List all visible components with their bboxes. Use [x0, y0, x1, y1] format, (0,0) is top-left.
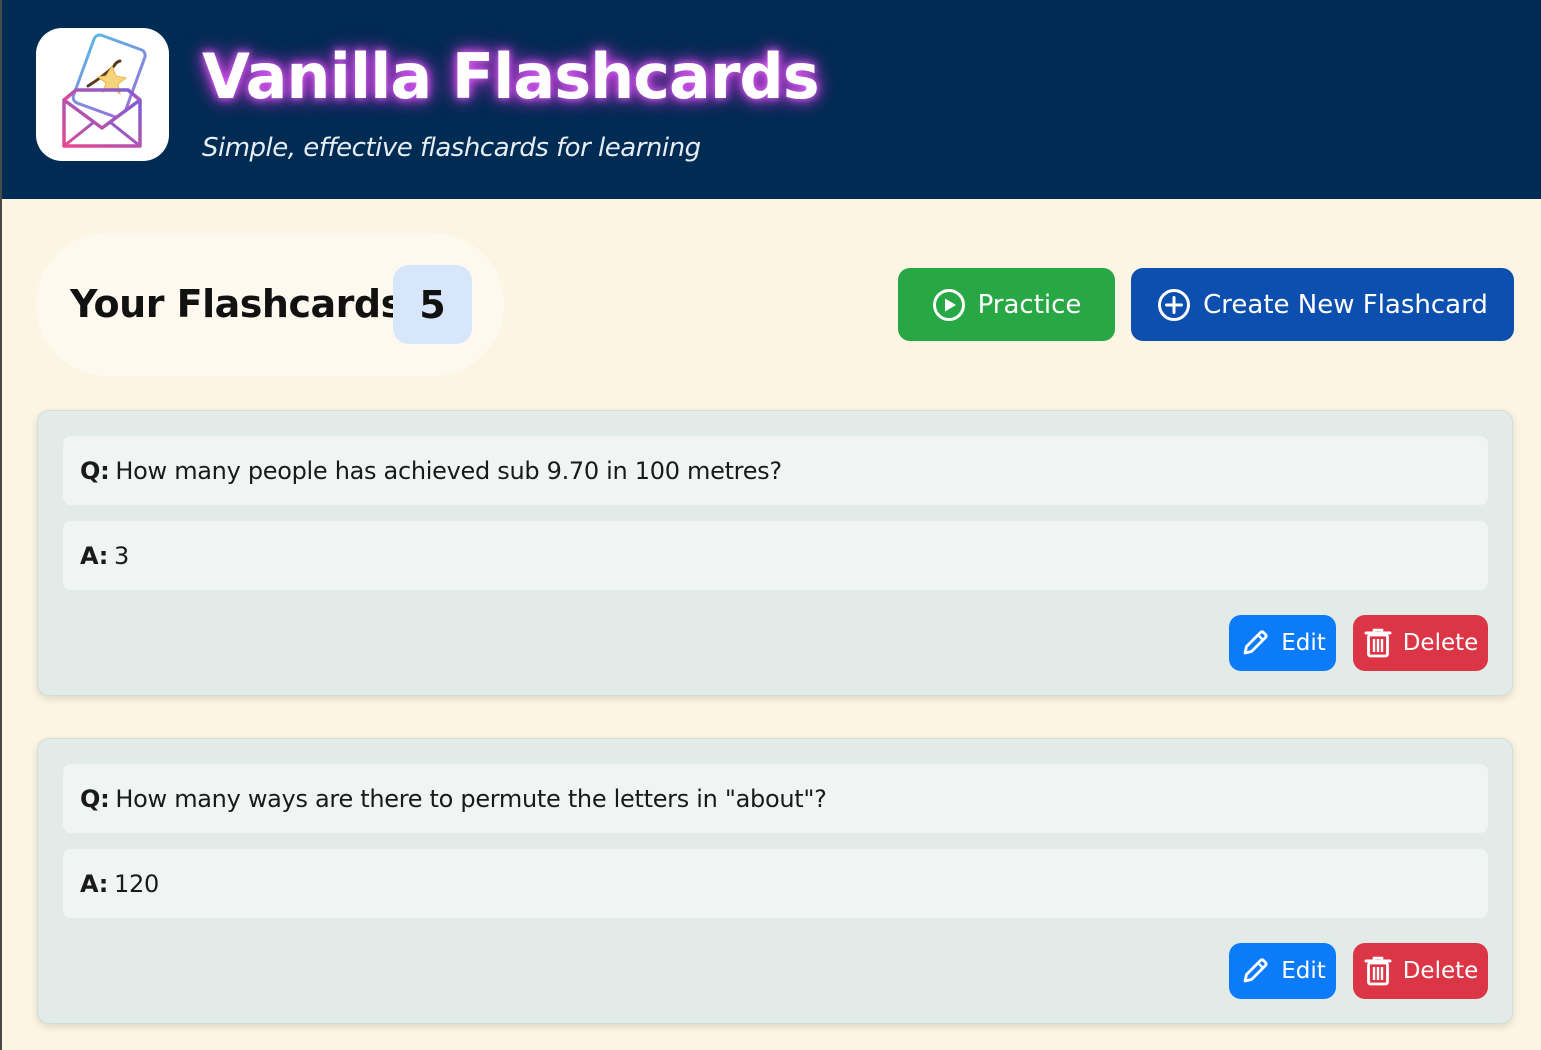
delete-button-label: Delete [1402, 630, 1479, 656]
question-prefix: Q: [80, 456, 110, 485]
question-text: How many ways are there to permute the l… [115, 784, 827, 813]
flashcard-count-label: Your Flashcards: [70, 282, 418, 326]
trash-icon [1364, 956, 1392, 986]
create-flashcard-button-label: Create New Flashcard [1203, 289, 1488, 320]
flashcard-envelope-vanilla-icon [62, 33, 147, 148]
answer-prefix: A: [80, 541, 109, 570]
edit-button[interactable]: Edit [1229, 615, 1336, 671]
flashcard-item: Q: How many people has achieved sub 9.70… [37, 410, 1513, 696]
answer-text: 120 [114, 869, 159, 898]
app-page: Vanilla Flashcards Simple, effective fla… [0, 0, 1541, 1050]
play-circle-icon [932, 288, 965, 321]
edit-button[interactable]: Edit [1229, 943, 1336, 999]
question-prefix: Q: [80, 784, 110, 813]
flashcard-answer: A: 120 [63, 849, 1488, 918]
delete-button[interactable]: Delete [1353, 943, 1488, 999]
delete-button[interactable]: Delete [1353, 615, 1488, 671]
edit-button-label: Edit [1281, 958, 1326, 984]
app-subtitle: Simple, effective flashcards for learnin… [202, 133, 701, 163]
trash-icon [1364, 628, 1392, 658]
app-logo [36, 28, 169, 161]
app-title: Vanilla Flashcards [202, 40, 820, 113]
pencil-icon [1243, 630, 1268, 655]
edit-button-label: Edit [1281, 630, 1326, 656]
flashcard-question: Q: How many ways are there to permute th… [63, 764, 1488, 833]
delete-button-label: Delete [1402, 958, 1479, 984]
flashcard-item: Q: How many ways are there to permute th… [37, 738, 1513, 1024]
answer-text: 3 [114, 541, 130, 570]
practice-button[interactable]: Practice [898, 268, 1115, 341]
app-header: Vanilla Flashcards Simple, effective fla… [2, 0, 1541, 199]
practice-button-label: Practice [977, 289, 1082, 320]
create-flashcard-button[interactable]: Create New Flashcard [1131, 268, 1514, 341]
plus-circle-icon [1158, 288, 1191, 321]
flashcard-count-badge: 5 [393, 265, 472, 344]
flashcard-question: Q: How many people has achieved sub 9.70… [63, 436, 1488, 505]
answer-prefix: A: [80, 869, 109, 898]
question-text: How many people has achieved sub 9.70 in… [115, 456, 782, 485]
pencil-icon [1243, 958, 1268, 983]
flashcard-answer: A: 3 [63, 521, 1488, 590]
